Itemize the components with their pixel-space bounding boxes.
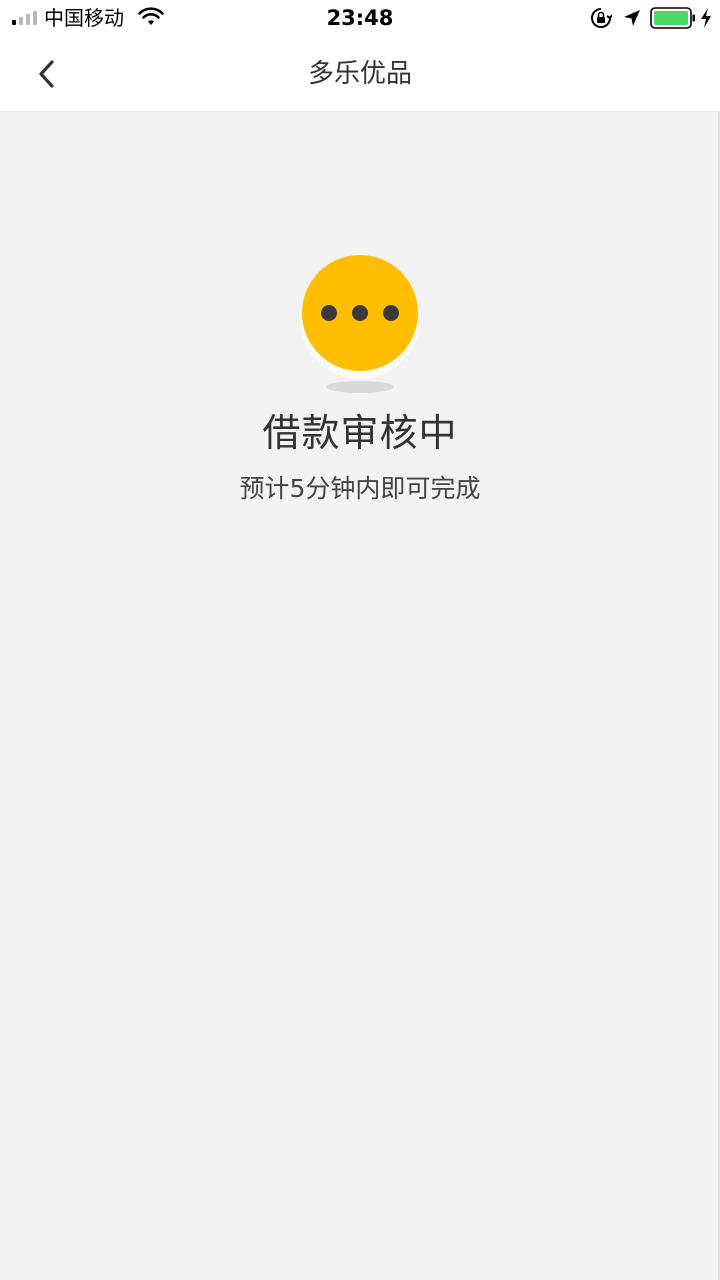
signal-icon bbox=[12, 11, 37, 25]
back-button[interactable] bbox=[28, 54, 68, 94]
wifi-icon bbox=[138, 7, 164, 25]
battery-icon bbox=[650, 7, 695, 29]
clock: 23:48 bbox=[326, 6, 394, 30]
charging-bolt-icon bbox=[701, 8, 711, 28]
navigation-bar: 多乐优品 bbox=[0, 36, 720, 112]
status-bar: 中国移动 23:48 bbox=[0, 0, 720, 36]
rotation-lock-icon bbox=[591, 8, 612, 28]
status-subtitle: 预计5分钟内即可完成 bbox=[239, 474, 481, 503]
location-arrow-icon bbox=[624, 10, 640, 26]
status-title: 借款审核中 bbox=[262, 411, 458, 455]
carrier-name: 中国移动 bbox=[44, 6, 124, 30]
pending-dots-icon bbox=[300, 255, 420, 393]
page-title: 多乐优品 bbox=[307, 59, 412, 89]
chevron-left-icon bbox=[39, 60, 54, 88]
